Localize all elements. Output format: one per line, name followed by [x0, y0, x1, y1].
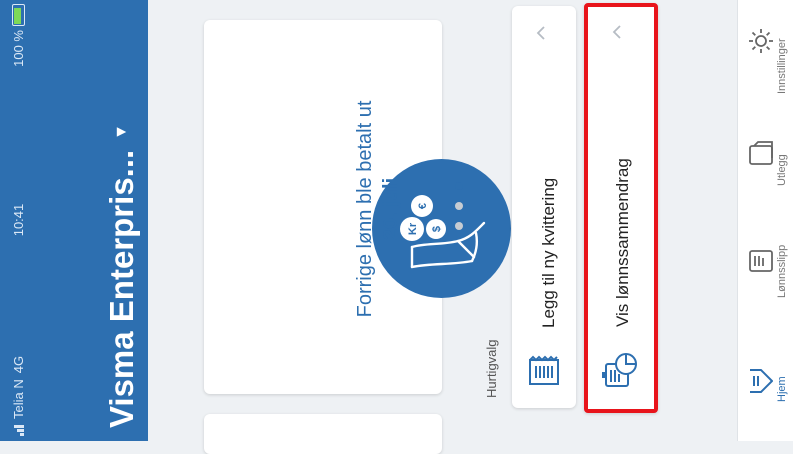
pager-dot[interactable]	[455, 202, 463, 210]
pager-dot-active[interactable]	[455, 182, 463, 190]
caret-down-icon: ▼	[113, 123, 130, 140]
bottom-navigation: Hjem Lønnsslipp Utlegg Innstillinger	[737, 0, 793, 441]
last-salary-label: Forrige lønn ble betalt ut	[354, 100, 376, 318]
last-salary-text: Forrige lønn ble betalt ut 20. juli	[352, 64, 432, 354]
receipt-icon	[529, 355, 559, 385]
nav-expenses[interactable]: Utlegg	[738, 110, 793, 210]
section-heading: Hurtigvalg	[484, 339, 499, 398]
carousel-pager[interactable]	[455, 180, 465, 232]
next-carousel-card[interactable]	[204, 414, 442, 454]
nav-label: Innstillinger	[776, 38, 788, 94]
battery-icon	[12, 4, 25, 26]
battery-info: 100 %	[11, 4, 26, 67]
nav-label: Hjem	[776, 376, 788, 402]
nav-home[interactable]: Hjem	[738, 340, 793, 440]
quick-item-label: Legg til ny kvittering	[539, 177, 558, 328]
clock: 10:41	[11, 203, 26, 237]
coin-dollar: $	[431, 226, 443, 232]
chevron-up-icon	[530, 22, 552, 44]
nav-label: Utlegg	[776, 154, 788, 186]
payslip-chart-icon	[602, 353, 637, 387]
status-bar: Telia N 4G 10:41 100 %	[6, 4, 32, 436]
last-salary-date: 20. juli	[380, 177, 402, 241]
quick-item-label: Vis lønnssammendrag	[613, 158, 632, 327]
page-title: Visma Enterpris...	[103, 149, 140, 428]
chevron-up-icon	[606, 21, 628, 43]
pager-dot[interactable]	[455, 222, 463, 230]
expense-icon	[749, 141, 773, 165]
gear-icon	[749, 29, 773, 53]
company-selector[interactable]: Visma Enterpris... ▼	[96, 8, 148, 428]
nav-payslip[interactable]: Lønnsslipp	[738, 210, 793, 310]
quick-add-receipt[interactable]: Legg til ny kvittering	[512, 6, 576, 408]
nav-settings[interactable]: Innstillinger	[738, 0, 793, 100]
nav-label: Lønnsslipp	[776, 244, 788, 298]
payslip-icon	[749, 250, 773, 272]
home-icon	[750, 369, 773, 393]
battery-percent: 100 %	[11, 30, 26, 67]
app-header: Telia N 4G 10:41 100 % Visma Enterpris..…	[0, 0, 148, 441]
quick-view-salary-summary[interactable]: Vis lønnssammendrag	[584, 3, 658, 413]
